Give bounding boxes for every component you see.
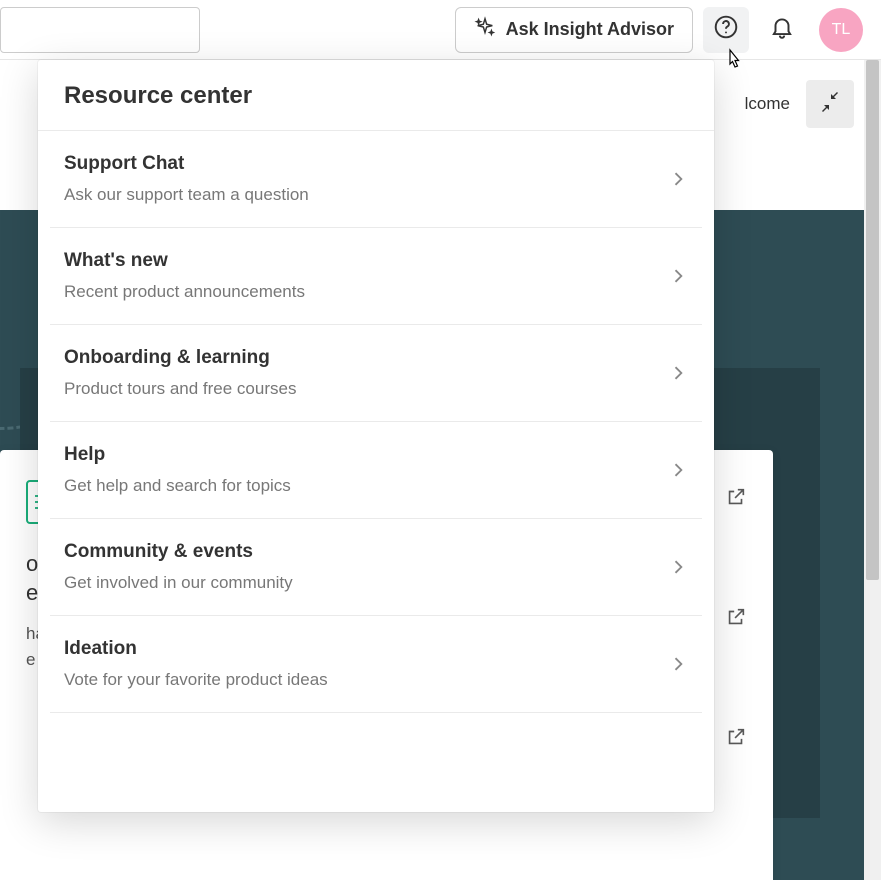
notifications-button[interactable] bbox=[759, 7, 805, 53]
resource-center-title: Resource center bbox=[38, 60, 714, 131]
resource-item-ideation[interactable]: Ideation Vote for your favorite product … bbox=[50, 616, 702, 713]
chevron-right-icon bbox=[668, 169, 688, 189]
external-link-3[interactable] bbox=[725, 726, 747, 748]
resource-item-subtitle: Get involved in our community bbox=[64, 573, 668, 593]
chevron-right-icon bbox=[668, 266, 688, 286]
resource-item-community[interactable]: Community & events Get involved in our c… bbox=[50, 519, 702, 616]
chevron-right-icon bbox=[668, 654, 688, 674]
top-bar: Ask Insight Advisor TL bbox=[0, 0, 881, 60]
external-link-2[interactable] bbox=[725, 606, 747, 628]
resource-center-list: Support Chat Ask our support team a ques… bbox=[38, 131, 714, 812]
chevron-right-icon bbox=[668, 460, 688, 480]
collapse-button[interactable] bbox=[806, 80, 854, 128]
sparkle-icon bbox=[474, 16, 496, 43]
ask-insight-advisor-label: Ask Insight Advisor bbox=[506, 19, 674, 40]
resource-center-popup: Resource center Support Chat Ask our sup… bbox=[38, 60, 714, 812]
scrollbar-thumb[interactable] bbox=[866, 60, 879, 580]
resource-item-subtitle: Ask our support team a question bbox=[64, 185, 668, 205]
help-icon bbox=[713, 14, 739, 45]
welcome-text-partial: lcome bbox=[745, 94, 790, 114]
resource-item-help[interactable]: Help Get help and search for topics bbox=[50, 422, 702, 519]
external-link-1[interactable] bbox=[725, 486, 747, 508]
external-link-icon bbox=[725, 615, 747, 632]
search-input[interactable] bbox=[0, 7, 200, 53]
resource-item-onboarding[interactable]: Onboarding & learning Product tours and … bbox=[50, 325, 702, 422]
resource-item-title: What's new bbox=[64, 250, 668, 272]
resource-item-title: Support Chat bbox=[64, 153, 668, 175]
external-link-icon bbox=[725, 495, 747, 512]
chevron-right-icon bbox=[668, 363, 688, 383]
resource-item-title: Onboarding & learning bbox=[64, 347, 668, 369]
resource-item-subtitle: Product tours and free courses bbox=[64, 379, 668, 399]
resource-item-subtitle: Get help and search for topics bbox=[64, 476, 668, 496]
resource-item-subtitle: Vote for your favorite product ideas bbox=[64, 670, 668, 690]
compress-icon bbox=[820, 92, 840, 117]
ask-insight-advisor-button[interactable]: Ask Insight Advisor bbox=[455, 7, 693, 53]
scrollbar[interactable] bbox=[864, 60, 881, 880]
resource-item-subtitle: Recent product announcements bbox=[64, 282, 668, 302]
help-button[interactable] bbox=[703, 7, 749, 53]
bell-icon bbox=[769, 14, 795, 45]
chevron-right-icon bbox=[668, 557, 688, 577]
resource-item-title: Ideation bbox=[64, 638, 668, 660]
resource-item-title: Help bbox=[64, 444, 668, 466]
resource-item-whats-new[interactable]: What's new Recent product announcements bbox=[50, 228, 702, 325]
resource-item-title: Community & events bbox=[64, 541, 668, 563]
avatar-initials: TL bbox=[832, 21, 851, 39]
resource-item-support-chat[interactable]: Support Chat Ask our support team a ques… bbox=[50, 131, 702, 228]
avatar[interactable]: TL bbox=[819, 8, 863, 52]
external-link-icon bbox=[725, 735, 747, 752]
